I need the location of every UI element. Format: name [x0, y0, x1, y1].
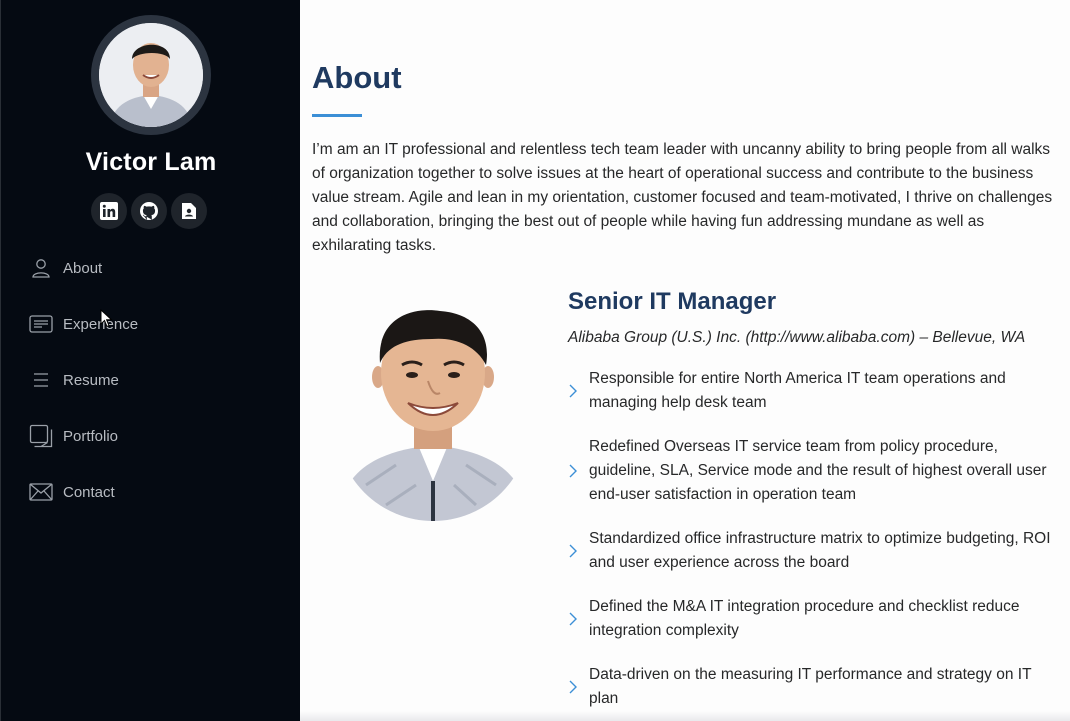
avatar: [91, 15, 211, 135]
about-text: I’m am an IT professional and relentless…: [312, 141, 1053, 254]
chevron-right-icon: [568, 544, 589, 558]
chevron-right-icon: [568, 464, 589, 478]
sidebar: Victor Lam About Resume Portfolio Contac…: [0, 0, 300, 721]
list-item-text: Data-driven on the measuring IT performa…: [589, 666, 1032, 707]
list-item: Data-driven on the measuring IT performa…: [568, 663, 1060, 711]
nav-item-resume[interactable]: Resume: [29, 352, 289, 408]
list-item: Redefined Overseas IT service team from …: [568, 435, 1060, 507]
chevron-right-icon: [568, 680, 589, 694]
person-icon: [29, 256, 53, 280]
resume-file-icon: [182, 203, 196, 219]
list-icon: [29, 368, 53, 392]
nav-item-contact[interactable]: Contact: [29, 464, 289, 520]
list-item: Standardized office infrastructure matri…: [568, 527, 1060, 575]
list-item-text: Redefined Overseas IT service team from …: [589, 438, 1047, 503]
responsibility-list: Responsible for entire North America IT …: [568, 367, 1060, 721]
nav-item-about[interactable]: About: [29, 240, 289, 296]
stack-icon: [29, 424, 53, 448]
list-item-text: Defined the M&A IT integration procedure…: [589, 598, 1020, 639]
social-links: [91, 193, 207, 229]
nav-item-label: About: [63, 259, 103, 277]
main-content: About I’m am an IT professional and rele…: [300, 0, 1070, 721]
profile-photo: [336, 285, 530, 521]
mouse-cursor-icon: [100, 309, 113, 328]
list-item: Defined the M&A IT integration procedure…: [568, 595, 1060, 643]
nav-item-label: Portfolio: [63, 427, 119, 445]
sidebar-nav: About Experience Resume: [29, 240, 289, 520]
job-title: Senior IT Manager: [568, 288, 777, 315]
chevron-right-icon: [568, 612, 589, 626]
resume-file-button[interactable]: [171, 193, 207, 229]
nav-item-label: Contact: [63, 483, 115, 501]
card-icon: [29, 312, 53, 336]
github-button[interactable]: [131, 193, 167, 229]
github-icon: [140, 202, 158, 220]
nav-item-experience[interactable]: Experience: [29, 296, 289, 352]
chevron-right-icon: [568, 384, 589, 398]
nav-item-label: Resume: [63, 371, 119, 389]
linkedin-icon: [100, 202, 118, 220]
profile-name: Victor Lam: [85, 148, 217, 176]
avatar-photo: [99, 23, 203, 127]
envelope-icon: [29, 480, 53, 504]
list-item-text: Standardized office infrastructure matri…: [589, 530, 1051, 571]
list-item: Responsible for entire North America IT …: [568, 367, 1060, 415]
linkedin-button[interactable]: [91, 193, 127, 229]
company-line: Alibaba Group (U.S.) Inc. (http://www.al…: [568, 329, 1026, 346]
nav-item-portfolio[interactable]: Portfolio: [29, 408, 289, 464]
section-title: About: [312, 60, 402, 95]
title-underline: [312, 114, 362, 117]
list-item-text: Responsible for entire North America IT …: [589, 370, 1006, 411]
